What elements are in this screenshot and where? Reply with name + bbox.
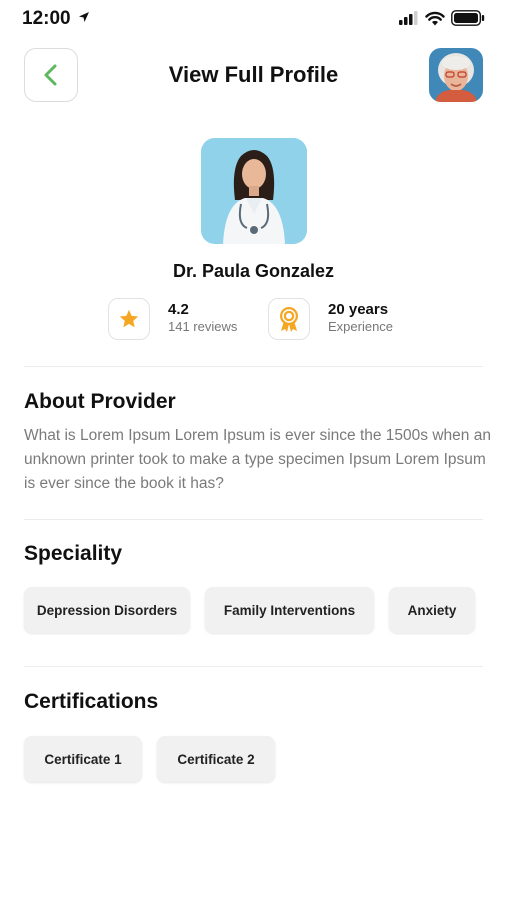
experience-label: Experience [328, 319, 394, 334]
wifi-icon [425, 11, 445, 25]
experience-icon-box [268, 298, 310, 340]
speciality-chip[interactable]: Family Interventions [205, 587, 374, 633]
provider-name: Dr. Paula Gonzalez [172, 261, 335, 281]
certifications-title: Certifications [24, 690, 159, 713]
about-title: About Provider [24, 390, 176, 413]
status-time: 12:00 [22, 8, 71, 29]
award-icon [280, 307, 298, 332]
header: View Full Profile [0, 46, 507, 106]
experience-value: 20 years [328, 301, 389, 318]
avatar-image [429, 48, 483, 102]
cellular-signal-icon [399, 11, 418, 25]
user-avatar[interactable] [429, 48, 483, 102]
certificate-chip[interactable]: Certificate 2 [157, 736, 275, 782]
speciality-chip[interactable]: Anxiety [389, 587, 475, 633]
speciality-chip[interactable]: Depression Disorders [24, 587, 190, 633]
location-arrow-icon [79, 12, 89, 22]
divider [24, 666, 483, 667]
about-text: What is Lorem Ipsum Lorem Ipsum is ever … [24, 427, 491, 492]
status-icons [399, 10, 485, 26]
rating-value: 4.2 [168, 301, 189, 318]
speciality-title: Speciality [24, 542, 123, 565]
review-count: 141 reviews [168, 319, 238, 334]
doctor-portrait [201, 138, 307, 244]
provider-photo [201, 138, 307, 244]
certificate-chip[interactable]: Certificate 1 [24, 736, 142, 782]
divider [24, 519, 483, 520]
divider [24, 366, 483, 367]
star-icon [119, 309, 139, 328]
status-bar: 12:00 [0, 0, 507, 40]
battery-icon [451, 10, 485, 26]
rating-icon-box [108, 298, 150, 340]
